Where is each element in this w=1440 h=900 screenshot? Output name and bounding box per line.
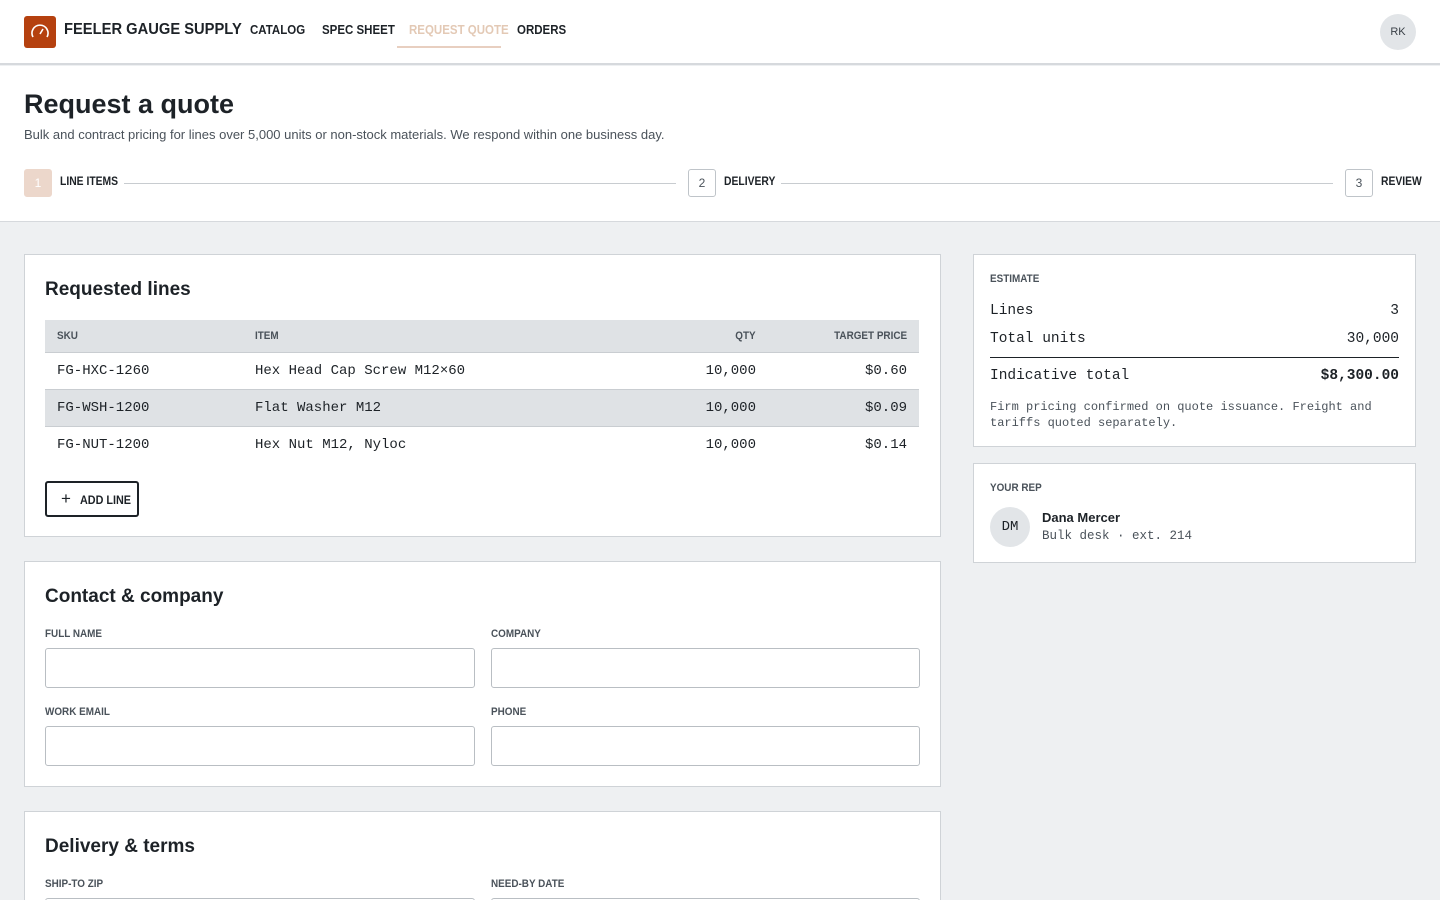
phone-input[interactable] — [491, 726, 920, 766]
lines-value: 3 — [1390, 303, 1399, 319]
cell-item: Hex Head Cap Screw M12×60 — [255, 363, 466, 379]
requested-lines-card: Requested lines SKU ITEM QTY TARGET PRIC… — [24, 254, 941, 537]
total-label: Indicative total — [990, 368, 1130, 384]
lines-table: SKU ITEM QTY TARGET PRICE FG-HXC-1260 He… — [45, 320, 919, 464]
rep-avatar: DM — [990, 507, 1030, 547]
cell-item: Hex Nut M12, Nyloc — [255, 437, 407, 453]
col-target-price[interactable]: TARGET PRICE — [834, 330, 907, 342]
cell-qty: 10,000 — [705, 400, 756, 416]
cell-price: $0.09 — [864, 400, 907, 416]
nav-active-indicator — [397, 46, 501, 48]
lines-label: Lines — [990, 303, 1034, 319]
delivery-terms-card: Delivery & terms SHIP-TO ZIP NEED-BY DAT… — [24, 811, 941, 900]
step-1-number[interactable]: 1 — [24, 169, 52, 197]
estimate-total-row: Indicative total $8,300.00 — [990, 368, 1399, 384]
table-header: SKU ITEM QTY TARGET PRICE — [45, 320, 919, 353]
brand-name[interactable]: FEELER GAUGE SUPPLY — [64, 21, 242, 39]
full-name-label: FULL NAME — [45, 628, 103, 640]
nav-catalog[interactable]: CATALOG — [250, 0, 305, 48]
rep-name[interactable]: Dana Mercer — [1042, 510, 1120, 525]
estimate-note: Firm pricing confirmed on quote issuance… — [990, 400, 1372, 430]
cell-qty: 10,000 — [705, 363, 756, 379]
work-email-label: WORK EMAIL — [45, 706, 110, 718]
col-item[interactable]: ITEM — [255, 330, 279, 342]
divider — [990, 357, 1399, 358]
company-input[interactable] — [491, 648, 920, 688]
add-line-label: ADD LINE — [80, 493, 132, 507]
estimate-card: ESTIMATE Lines 3 Total units 30,000 Indi… — [973, 254, 1416, 447]
page-header: Request a quote Bulk and contract pricin… — [0, 66, 1440, 222]
units-value: 30,000 — [1346, 331, 1399, 347]
col-qty[interactable]: QTY — [736, 330, 756, 342]
card-title: Requested lines — [45, 279, 191, 300]
cell-item: Flat Washer M12 — [255, 400, 382, 416]
step-2-number[interactable]: 2 — [688, 169, 716, 197]
cell-qty: 10,000 — [705, 437, 756, 453]
work-email-input[interactable] — [45, 726, 475, 766]
top-navbar: FEELER GAUGE SUPPLY CATALOG SPEC SHEET R… — [0, 0, 1440, 65]
estimate-label: ESTIMATE — [990, 273, 1040, 285]
card-title: Contact & company — [45, 586, 224, 607]
need-by-date-label: NEED-BY DATE — [491, 878, 565, 890]
estimate-units-row: Total units 30,000 — [990, 331, 1399, 347]
nav-orders[interactable]: ORDERS — [517, 0, 566, 48]
nav-spec-sheet[interactable]: SPEC SHEET — [322, 0, 395, 48]
card-title: Delivery & terms — [45, 836, 195, 857]
plus-icon: + — [61, 489, 71, 508]
rep-meta: Bulk desk · ext. 214 — [1042, 529, 1193, 543]
company-label: COMPANY — [491, 628, 541, 640]
step-2-label[interactable]: DELIVERY — [724, 176, 775, 188]
table-row[interactable]: FG-HXC-1260 Hex Head Cap Screw M12×60 10… — [45, 353, 919, 390]
rep-card: YOUR REP DM Dana Mercer Bulk desk · ext.… — [973, 463, 1416, 563]
step-connector — [781, 183, 1333, 184]
table-row[interactable]: FG-WSH-1200 Flat Washer M12 10,000 $0.09 — [45, 390, 919, 427]
step-1-label[interactable]: LINE ITEMS — [60, 176, 118, 188]
step-3-number[interactable]: 3 — [1345, 169, 1373, 197]
cell-price: $0.60 — [864, 363, 907, 379]
contact-company-card: Contact & company FULL NAME COMPANY WORK… — [24, 561, 941, 787]
cell-price: $0.14 — [864, 437, 907, 453]
step-3-label[interactable]: REVIEW — [1381, 176, 1422, 188]
page-title: Request a quote — [24, 89, 235, 119]
rep-label: YOUR REP — [990, 482, 1042, 494]
units-label: Total units — [990, 331, 1086, 347]
phone-label: PHONE — [491, 706, 527, 718]
user-avatar[interactable]: RK — [1380, 14, 1416, 50]
gauge-icon[interactable] — [24, 16, 56, 48]
nav-request-quote[interactable]: REQUEST QUOTE — [409, 0, 509, 48]
page-subtitle: Bulk and contract pricing for lines over… — [24, 127, 665, 142]
ship-to-zip-label: SHIP-TO ZIP — [45, 878, 104, 890]
add-line-button[interactable]: + ADD LINE — [45, 481, 139, 517]
table-row[interactable]: FG-NUT-1200 Hex Nut M12, Nyloc 10,000 $0… — [45, 427, 919, 464]
cell-sku: FG-WSH-1200 — [57, 400, 150, 416]
step-connector — [124, 183, 676, 184]
estimate-lines-row: Lines 3 — [990, 303, 1399, 319]
cell-sku: FG-HXC-1260 — [57, 363, 150, 379]
total-value: $8,300.00 — [1320, 368, 1399, 384]
full-name-input[interactable] — [45, 648, 475, 688]
col-sku[interactable]: SKU — [57, 330, 78, 342]
cell-sku: FG-NUT-1200 — [57, 437, 150, 453]
